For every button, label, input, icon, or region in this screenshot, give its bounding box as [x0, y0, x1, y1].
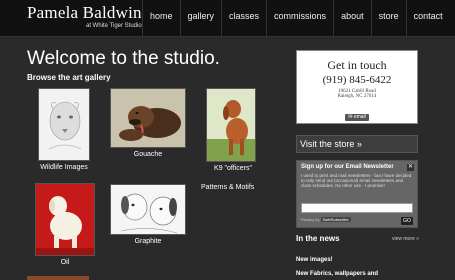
gallery-caption[interactable]: Oil — [25, 259, 105, 266]
newsletter-signup: Sign up for our Email Newsletter ✕ I use… — [296, 160, 418, 228]
site-header: Pamela Baldwin at White Tiger Studio hom… — [0, 0, 455, 37]
badge-logo: SafeSubscribe — [320, 217, 351, 222]
email-icon: ✉ — [348, 114, 353, 120]
news-view-more-link[interactable]: view more » — [392, 236, 419, 242]
news-heading: In the news — [296, 234, 340, 243]
nav-store[interactable]: store — [370, 0, 406, 36]
nav-commissions[interactable]: commissions — [266, 0, 333, 36]
gallery-caption[interactable]: K9 "officers" — [193, 165, 273, 172]
nav-about[interactable]: about — [333, 0, 371, 36]
contact-heading: Get in touch — [327, 58, 387, 72]
page-title: Welcome to the studio. — [27, 48, 220, 69]
main-nav: home gallery classes commissions about s… — [142, 0, 450, 36]
nav-classes[interactable]: classes — [221, 0, 266, 36]
email-label: email — [353, 114, 366, 120]
nav-gallery[interactable]: gallery — [179, 0, 222, 36]
logo-subtitle: at White Tiger Studio — [86, 23, 142, 29]
site-logo[interactable]: Pamela Baldwin at White Tiger Studio — [27, 3, 142, 30]
gallery-heading: Browse the art gallery — [27, 73, 111, 82]
contact-box: Get in touch (919) 845-6422 10621 Cahill… — [296, 50, 418, 124]
nav-home[interactable]: home — [142, 0, 180, 36]
news-item[interactable]: New images! — [296, 257, 333, 263]
logo-name: Pamela Baldwin — [27, 3, 142, 22]
newsletter-go-button[interactable]: GO — [401, 217, 413, 225]
email-button[interactable]: ✉ email — [345, 114, 369, 121]
nav-contact[interactable]: contact — [405, 0, 450, 36]
gallery-next-row-peek — [27, 276, 89, 280]
newsletter-description: I used to print and mail newsletters - b… — [301, 173, 412, 188]
safesubscribe-badge: Privacy by SafeSubscribe — [301, 217, 351, 222]
graphite-thumbnail[interactable] — [110, 184, 186, 235]
close-icon[interactable]: ✕ — [407, 164, 414, 171]
newsletter-title: Sign up for our Email Newsletter — [301, 164, 394, 170]
news-item[interactable]: New Fabrics, wallpapers and — [296, 271, 378, 277]
gallery-item-patterns[interactable]: Patterns & Motifs — [201, 184, 254, 191]
k9-thumbnail[interactable] — [206, 88, 256, 162]
gallery-caption[interactable]: Graphite — [108, 238, 188, 245]
oil-thumbnail[interactable] — [35, 183, 95, 256]
visit-store-button[interactable]: Visit the store » — [296, 135, 418, 153]
contact-address-line2: Raleigh, NC 27614 — [337, 94, 377, 99]
gouache-thumbnail[interactable] — [110, 88, 186, 148]
gallery-caption[interactable]: Gouache — [108, 151, 188, 158]
wildlife-thumbnail[interactable] — [38, 88, 90, 161]
contact-phone: (919) 845-6422 — [322, 74, 392, 86]
newsletter-email-input[interactable] — [301, 203, 413, 213]
gallery-caption[interactable]: Wildlife Images — [24, 164, 104, 171]
badge-prefix: Privacy by — [301, 217, 320, 222]
